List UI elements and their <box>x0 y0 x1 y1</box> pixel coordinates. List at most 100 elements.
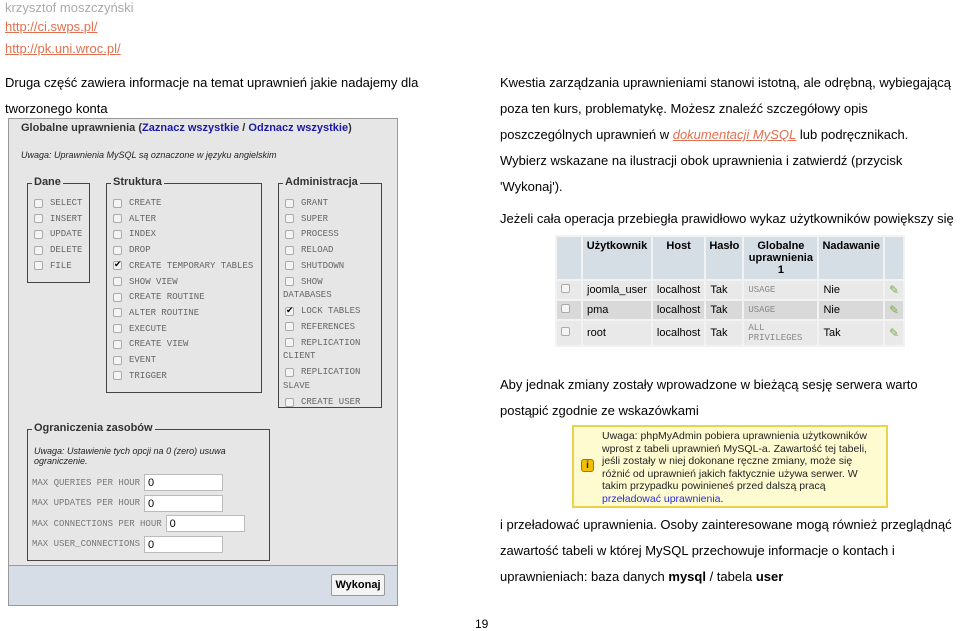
users-table-screenshot: Użytkownik Host Hasło Globalne uprawnienia … <box>555 235 905 347</box>
checkbox-icon[interactable] <box>285 198 294 208</box>
checkbox-icon[interactable] <box>113 371 122 381</box>
link-uni-wroc[interactable]: http://pk.uni.wroc.pl/ <box>5 41 121 56</box>
deselect-all-link[interactable]: Odznacz wszystkie <box>248 122 348 134</box>
limit-input[interactable]: 0 <box>144 494 224 512</box>
privilege-checkbox[interactable]: ALTER <box>113 214 156 224</box>
checkbox-icon[interactable] <box>34 214 43 224</box>
checkbox-icon[interactable] <box>285 367 294 377</box>
privilege-checkbox[interactable]: DELETE <box>34 245 82 255</box>
table-cell: Tak <box>706 301 743 319</box>
privilege-label: CREATE ROUTINE <box>129 292 205 303</box>
row-checkbox[interactable] <box>557 281 581 299</box>
privilege-checkbox[interactable]: EVENT <box>113 355 156 365</box>
privilege-label: SELECT <box>50 198 83 208</box>
privilege-checkbox[interactable]: CREATE VIEW <box>113 339 188 349</box>
checkbox-icon[interactable] <box>561 304 570 313</box>
edit-privileges-icon[interactable]: ✎ <box>884 321 903 345</box>
limit-input[interactable]: 0 <box>144 535 224 553</box>
edit-privileges-icon[interactable]: ✎ <box>884 301 903 319</box>
checkbox-icon[interactable] <box>34 229 43 239</box>
checkbox-icon[interactable] <box>113 229 122 239</box>
checkbox-icon[interactable] <box>113 339 122 349</box>
checkbox-icon[interactable] <box>113 324 122 334</box>
checkbox-icon[interactable] <box>34 198 43 208</box>
privilege-checkbox[interactable]: UPDATE <box>34 229 82 239</box>
checkbox-icon[interactable] <box>561 284 570 293</box>
checkbox-icon[interactable] <box>113 198 122 208</box>
privilege-checkbox[interactable]: SHOW <box>285 277 323 287</box>
checkbox-icon[interactable] <box>285 322 294 332</box>
group-limits: Ograniczenia zasobów Uwaga: Ustawienie t… <box>27 422 270 561</box>
privilege-checkbox[interactable]: ALTER ROUTINE <box>113 308 199 318</box>
privilege-checkbox[interactable]: EXECUTE <box>113 324 167 334</box>
privilege-label: LOCK TABLES <box>301 306 361 317</box>
privilege-checkbox[interactable]: REFERENCES <box>285 322 355 332</box>
privilege-checkbox[interactable]: ✔ LOCK TABLES <box>285 306 360 316</box>
checkbox-icon[interactable] <box>113 214 122 224</box>
privilege-checkbox[interactable]: CREATE <box>113 198 161 208</box>
checkbox-icon[interactable] <box>34 261 43 271</box>
submit-button[interactable]: Wykonaj <box>331 574 385 596</box>
checkbox-icon[interactable] <box>34 245 43 255</box>
checkbox-checked-icon[interactable]: ✔ <box>113 261 122 271</box>
privilege-label-wrap: DATABASES <box>283 290 332 301</box>
checkbox-icon[interactable] <box>285 397 294 407</box>
text-line: Druga część zawiera informacje na temat … <box>5 75 419 90</box>
right-paragraph-4: i przeładować uprawnienia. Osoby zainter… <box>500 512 952 590</box>
privilege-checkbox[interactable]: SHOW VIEW <box>113 277 178 287</box>
checkbox-icon[interactable] <box>285 245 294 255</box>
privilege-label: REPLICATION <box>301 367 361 378</box>
privilege-checkbox[interactable]: CREATE USER <box>285 397 360 407</box>
privilege-checkbox[interactable]: REPLICATION <box>285 367 360 377</box>
privilege-checkbox[interactable]: DROP <box>113 245 151 255</box>
reload-privileges-link[interactable]: przeładować uprawnienia <box>602 493 721 505</box>
privilege-label: SHOW <box>301 276 323 287</box>
row-checkbox[interactable] <box>557 321 581 345</box>
privilege-checkbox[interactable]: INSERT <box>34 214 82 224</box>
checkbox-icon[interactable] <box>285 214 294 224</box>
table-cell: localhost <box>652 301 705 319</box>
right-paragraph-2: Jeżeli cała operacja przebiegła prawidło… <box>500 211 954 226</box>
checkbox-icon[interactable] <box>285 229 294 239</box>
checkbox-icon[interactable] <box>285 261 294 271</box>
checkbox-icon[interactable] <box>285 277 294 286</box>
limit-field: MAX UPDATES PER HOUR 0 <box>32 494 224 512</box>
checkbox-icon[interactable] <box>285 338 294 348</box>
row-checkbox[interactable] <box>557 301 581 319</box>
limit-label: MAX USER_CONNECTIONS <box>32 539 141 549</box>
privilege-checkbox[interactable]: SELECT <box>34 198 82 208</box>
checkbox-icon[interactable] <box>561 327 570 336</box>
privilege-checkbox[interactable]: PROCESS <box>285 229 339 239</box>
privilege-checkbox[interactable]: SHUTDOWN <box>285 261 344 271</box>
right-paragraph-3: Aby jednak zmiany zostały wprowadzone w … <box>500 372 918 424</box>
column-header: Host <box>652 237 705 279</box>
privilege-checkbox[interactable]: FILE <box>34 261 72 271</box>
privilege-checkbox[interactable]: SUPER <box>285 214 328 224</box>
checkbox-icon[interactable] <box>113 292 122 302</box>
checkbox-icon[interactable] <box>113 355 122 365</box>
link-swps[interactable]: http://ci.swps.pl/ <box>5 19 97 34</box>
table-row: pma localhost Tak USAGE Nie ✎ <box>557 301 903 319</box>
privilege-checkbox[interactable]: RELOAD <box>285 245 333 255</box>
checkbox-icon[interactable] <box>113 277 122 286</box>
mysql-docs-link[interactable]: dokumentacji MySQL <box>673 127 797 142</box>
privilege-checkbox[interactable]: GRANT <box>285 198 328 208</box>
privilege-checkbox[interactable]: TRIGGER <box>113 371 167 381</box>
text-line: 'Wykonaj'). <box>500 179 563 194</box>
checkbox-icon[interactable] <box>113 245 122 255</box>
privilege-label: CREATE TEMPORARY TABLES <box>129 260 254 271</box>
limit-label: MAX CONNECTIONS PER HOUR <box>32 518 162 529</box>
checkbox-icon[interactable] <box>113 308 122 318</box>
column-header: Hasło <box>706 237 743 279</box>
edit-privileges-icon[interactable]: ✎ <box>884 281 903 299</box>
limit-input[interactable]: 0 <box>165 515 245 532</box>
privilege-checkbox[interactable]: CREATE ROUTINE <box>113 292 205 302</box>
privilege-checkbox[interactable]: ✔ CREATE TEMPORARY TABLES <box>113 261 253 271</box>
privilege-label: DROP <box>129 245 151 256</box>
checkbox-checked-icon[interactable]: ✔ <box>285 306 294 316</box>
privilege-checkbox[interactable]: INDEX <box>113 229 156 239</box>
select-all-link[interactable]: Zaznacz wszystkie <box>142 122 239 134</box>
table-cell: Nie <box>819 301 883 319</box>
limit-input[interactable]: 0 <box>144 474 224 491</box>
privilege-checkbox[interactable]: REPLICATION <box>285 338 360 348</box>
